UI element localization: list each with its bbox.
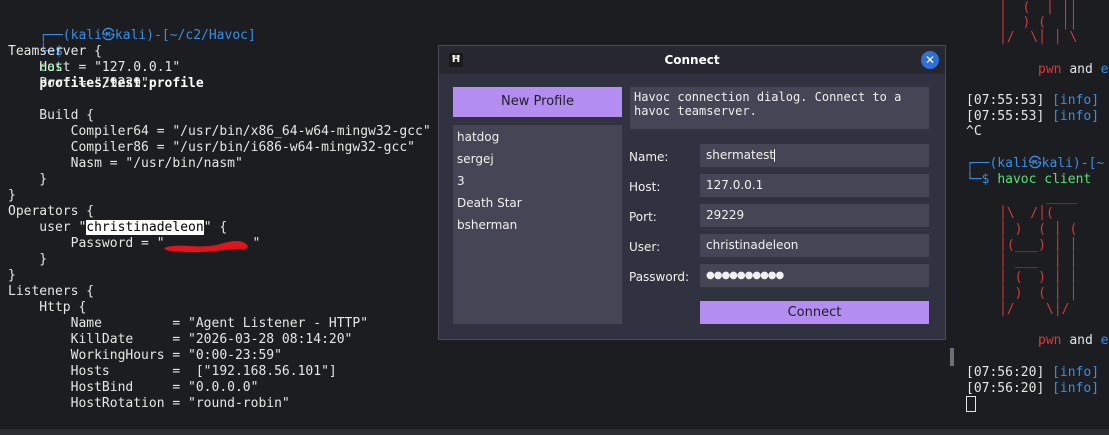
- terminal-line: }: [8, 172, 48, 187]
- terminal-right[interactable]: │ ( │ ││ │ ) ( ││ │/ \│ │ \ pwn and e [07:…: [955, 0, 1109, 435]
- log-level-tag: [info]: [1052, 381, 1100, 396]
- profile-item[interactable]: Death Star: [457, 196, 522, 210]
- log-timestamp: [07:55:53]: [966, 93, 1045, 108]
- terminal-cursor: [966, 396, 976, 413]
- dialog-titlebar[interactable]: Ħ Connect ✕: [439, 46, 945, 74]
- terminal-line: Teamserver {: [8, 44, 102, 59]
- name-field[interactable]: shermatest: [700, 144, 929, 167]
- log-level-tag: [info]: [1052, 109, 1100, 124]
- log-level-tag: [info]: [1052, 93, 1100, 108]
- banner-tagline-1: pwn and e: [1038, 62, 1108, 78]
- terminal-line: HostBind = "0.0.0.0": [8, 380, 259, 395]
- port-label: Port:: [629, 210, 657, 224]
- banner-tagline-2: pwn and e: [1038, 333, 1108, 349]
- text-caret: [774, 149, 776, 162]
- terminal-line: │/ \│ │ \: [999, 30, 1078, 45]
- close-icon: ✕: [924, 53, 936, 67]
- terminal-line: │/ \│/: [999, 302, 1078, 317]
- host-label: Host:: [629, 180, 661, 194]
- terminal-line: Build {: [8, 108, 95, 123]
- command-line-right: └─$ havoc client: [966, 172, 1091, 188]
- user-label: User:: [629, 240, 661, 254]
- log-line: [07:55:53] [info]: [966, 93, 1099, 109]
- dialog-description: Havoc connection dialog. Connect to a ha…: [630, 87, 929, 129]
- prompt-symbol-right: └─$: [966, 172, 990, 187]
- terminal-line: Hosts = ["192.168.56.101"]: [8, 364, 337, 379]
- tagline-word-and-2: and: [1069, 333, 1093, 348]
- terminal-line: Operators {: [8, 204, 95, 219]
- terminal-line: │ ) ( │ (: [999, 222, 1078, 237]
- log-level-tag: [info]: [1052, 365, 1100, 380]
- terminal-line: HostRotation = "round-robin": [8, 396, 290, 411]
- password-label: Password:: [629, 270, 690, 284]
- terminal-line: Host = "127.0.0.1": [8, 60, 181, 75]
- password-prefix: Password = ": [8, 236, 165, 251]
- user-line: user "christinadeleon" {: [8, 220, 227, 236]
- name-value: shermatest: [706, 148, 775, 162]
- connect-dialog: Ħ Connect ✕ New Profile hatdog sergej 3 …: [438, 45, 946, 340]
- tagline-word-pwn: pwn: [1038, 62, 1062, 77]
- terminal-line: │ ) ( ││: [999, 15, 1078, 30]
- prompt-path-right: ┌──(kali㉿kali)-[~: [966, 156, 1105, 171]
- terminal-line: │ ( │ ││: [999, 0, 1078, 15]
- prompt-line-right: ┌──(kali㉿kali)-[~: [966, 156, 1104, 172]
- terminal-line: WorkingHours = "0:00-23:59": [8, 348, 282, 363]
- port-field[interactable]: 29229: [700, 204, 929, 227]
- dialog-title: Connect: [664, 53, 720, 67]
- terminal-line: Name = "Agent Listener - HTTP": [8, 316, 369, 331]
- log-line: [07:56:20] [info]: [966, 365, 1099, 381]
- selected-username: christinadeleon: [86, 220, 204, 235]
- new-profile-button[interactable]: New Profile: [453, 87, 622, 117]
- command-havoc-client: havoc client: [997, 172, 1092, 187]
- terminal-line: Listeners {: [8, 284, 95, 299]
- terminal-line: ____: [999, 190, 1078, 205]
- tagline-word-and: and: [1069, 62, 1093, 77]
- connect-button[interactable]: Connect: [700, 301, 929, 324]
- terminal-line: }: [8, 268, 16, 283]
- user-prefix: user ": [8, 220, 87, 235]
- name-label: Name:: [629, 150, 669, 164]
- user-suffix: " {: [203, 220, 228, 235]
- terminal-line: }: [8, 252, 48, 267]
- terminal-line: KillDate = "2026-03-28 08:14:20": [8, 332, 353, 347]
- terminal-line: │\ /│(: [999, 206, 1062, 221]
- terminal-line: │ ___ │ │: [999, 254, 1078, 269]
- terminal-line: │ ) ( │ │: [999, 286, 1078, 301]
- terminal-line: Compiler64 = "/usr/bin/x86_64-w64-mingw3…: [8, 124, 431, 139]
- terminal-line: Nasm = "/usr/bin/nasm": [8, 156, 243, 171]
- redaction-scribble: [164, 240, 248, 253]
- terminal-line: Compiler86 = "/usr/bin/i686-w64-mingw32-…: [8, 140, 415, 155]
- tagline-word-e: e: [1100, 62, 1109, 77]
- close-button[interactable]: ✕: [921, 51, 939, 69]
- profile-item[interactable]: sergej: [457, 152, 494, 166]
- log-line: [07:55:53] [info]: [966, 109, 1099, 125]
- bottom-bar: [0, 429, 1109, 435]
- terminal-line: │(___) │ │: [999, 238, 1078, 253]
- profile-item[interactable]: bsherman: [457, 218, 517, 232]
- tagline-word-pwn-2: pwn: [1038, 333, 1062, 348]
- host-field[interactable]: 127.0.0.1: [700, 174, 929, 197]
- log-line: [07:56:20] [info]: [966, 381, 1099, 397]
- terminal-line: Http {: [8, 300, 87, 315]
- terminal-line: │ ( ) │ │: [999, 270, 1078, 285]
- log-timestamp: [07:56:20]: [966, 365, 1045, 380]
- password-field[interactable]: ●●●●●●●●●●: [700, 264, 929, 287]
- user-field[interactable]: christinadeleon: [700, 234, 929, 257]
- password-suffix: ": [252, 236, 261, 251]
- terminal-line: Port = "29229": [8, 76, 149, 91]
- log-timestamp: [07:56:20]: [966, 381, 1045, 396]
- terminal-line: }: [8, 188, 16, 203]
- tagline-word-e-2: e: [1100, 333, 1109, 348]
- profile-item[interactable]: hatdog: [457, 130, 499, 144]
- scrollbar-thumb[interactable]: [950, 348, 954, 366]
- profile-item[interactable]: 3: [457, 174, 465, 188]
- log-timestamp: [07:55:53]: [966, 109, 1045, 124]
- ctrl-c-output: ^C: [966, 124, 982, 139]
- profile-list[interactable]: hatdog sergej 3 Death Star bsherman: [453, 125, 622, 324]
